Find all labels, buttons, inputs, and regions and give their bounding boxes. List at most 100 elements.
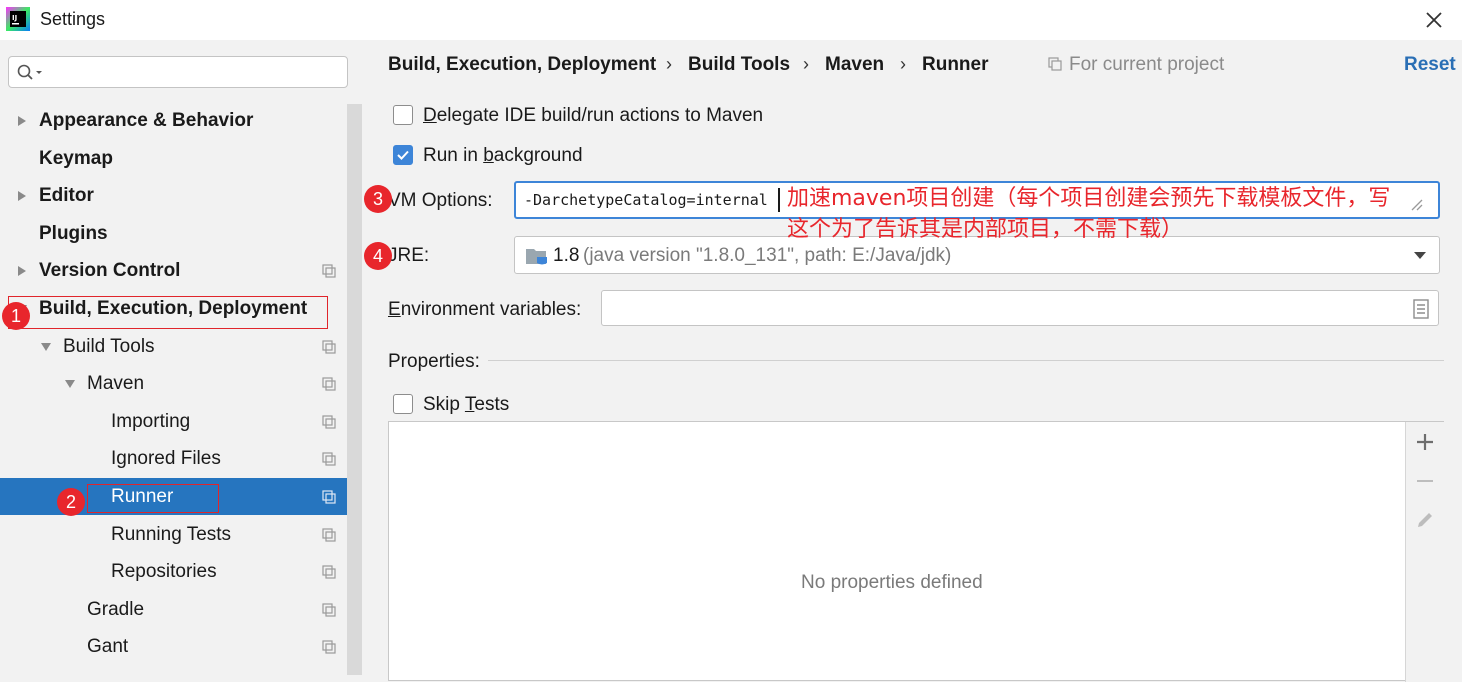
sidebar-item-editor[interactable]: Editor xyxy=(0,177,362,214)
sidebar-item-keymap[interactable]: Keymap xyxy=(0,140,362,177)
sidebar-item-label: Appearance & Behavior xyxy=(39,110,254,131)
project-scope-icon xyxy=(322,565,336,579)
annotation-badge: 2 xyxy=(57,488,85,516)
project-scope-icon xyxy=(322,452,336,466)
breadcrumb-item: Runner xyxy=(922,54,989,75)
properties-table[interactable] xyxy=(388,421,1444,681)
project-scope-icon xyxy=(322,603,336,617)
sidebar-item-importing[interactable]: Importing xyxy=(0,403,362,440)
jre-label: JRE: xyxy=(388,245,430,266)
chevron-down-icon[interactable] xyxy=(40,341,52,353)
annotation-badge: 1 xyxy=(2,302,30,330)
annotation-highlight xyxy=(8,296,328,329)
sidebar-item-appearance-behavior[interactable]: Appearance & Behavior xyxy=(0,102,362,139)
skip-tests-label[interactable]: Skip Tests xyxy=(423,394,509,416)
project-scope-icon xyxy=(322,490,336,504)
sidebar-item-repositories[interactable]: Repositories xyxy=(0,553,362,590)
delegate-label[interactable]: Delegate IDE build/run actions to Maven xyxy=(423,105,763,127)
edit-icon[interactable] xyxy=(1415,510,1435,530)
search-input[interactable] xyxy=(53,61,347,85)
jre-version: 1.8 xyxy=(553,245,580,266)
delegate-checkbox[interactable] xyxy=(393,105,413,125)
chevron-down-icon xyxy=(1414,252,1426,259)
sidebar-item-build-tools[interactable]: Build Tools xyxy=(0,328,362,365)
svg-text:IJ: IJ xyxy=(12,14,17,22)
chevron-right-icon[interactable] xyxy=(16,190,28,202)
browse-icon[interactable] xyxy=(1412,299,1430,319)
expand-icon[interactable] xyxy=(1410,198,1424,212)
sidebar-item-version-control[interactable]: Version Control xyxy=(0,252,362,289)
annotation-highlight xyxy=(87,484,219,513)
environment-variables-label: Environment variables: xyxy=(388,299,581,321)
project-scope-icon xyxy=(322,264,336,278)
sidebar-item-plugins[interactable]: Plugins xyxy=(0,215,362,252)
annotation-badge: 4 xyxy=(364,242,392,270)
sidebar-item-label: Gradle xyxy=(87,599,145,620)
vm-options-value: -DarchetypeCatalog=internal xyxy=(524,191,768,209)
sidebar-item-gradle[interactable]: Gradle xyxy=(0,591,362,628)
jre-detail: (java version "1.8.0_131", path: E:/Java… xyxy=(583,245,952,266)
window-title: Settings xyxy=(40,9,106,29)
intellij-idea-icon: IJ xyxy=(6,7,30,31)
sidebar-item-label: Running Tests xyxy=(111,524,232,545)
text-caret xyxy=(778,188,780,212)
close-icon[interactable] xyxy=(1420,6,1448,34)
run-in-label-text: Run in xyxy=(423,145,484,166)
skip-tests-checkbox[interactable] xyxy=(393,394,413,414)
project-scope-icon xyxy=(322,340,336,354)
delegate-mnemonic: D xyxy=(423,105,437,126)
project-scope-icon xyxy=(322,377,336,391)
annotation-badge: 3 xyxy=(364,185,392,213)
sidebar-item-label: Repositories xyxy=(111,561,217,582)
skip-mnemonic: T xyxy=(464,394,475,415)
sidebar-item-label: Ignored Files xyxy=(111,448,221,469)
sidebar-item-label: Build Tools xyxy=(63,336,155,357)
project-scope-icon xyxy=(322,528,336,542)
run-in-background-checkbox[interactable] xyxy=(393,145,413,165)
sidebar-item-maven[interactable]: Maven xyxy=(0,365,362,402)
sidebar-item-label: Importing xyxy=(111,411,191,432)
annotation-note: 加速maven项目创建（每个项目创建会预先下载模板文件，写 xyxy=(787,186,1391,211)
settings-content: Build, Execution, Deployment › Build Too… xyxy=(362,40,1462,682)
breadcrumb-item: Maven xyxy=(825,54,885,75)
project-scope-icon xyxy=(1048,57,1062,71)
vm-options-label: VM Options: xyxy=(388,190,493,211)
search-field[interactable] xyxy=(8,56,348,88)
properties-separator xyxy=(488,360,1444,361)
title-bar: IJ Settings xyxy=(0,0,1462,40)
sidebar-item-label: Editor xyxy=(39,185,94,206)
sidebar-item-label: Gant xyxy=(87,636,129,657)
chevron-right-icon[interactable] xyxy=(16,115,28,127)
annotation-note: 这个为了告诉其是内部项目，不需下载） xyxy=(787,217,1184,242)
run-in-label-rest: ackground xyxy=(493,145,583,166)
sidebar-item-gant[interactable]: Gant xyxy=(0,628,362,665)
sidebar-item-label: Plugins xyxy=(39,223,108,244)
chevron-down-icon[interactable] xyxy=(64,378,76,390)
scope-label: For current project xyxy=(1069,54,1225,75)
skip-label-rest: ests xyxy=(474,394,510,415)
sidebar-item-label: Version Control xyxy=(39,260,181,281)
sidebar-item-label: Keymap xyxy=(39,148,113,169)
add-icon[interactable] xyxy=(1415,432,1435,452)
checkmark-icon xyxy=(397,150,409,160)
sidebar-scrollbar[interactable] xyxy=(347,104,362,675)
delegate-label-text: elegate IDE build/run actions to Maven xyxy=(436,105,764,126)
project-scope-icon xyxy=(322,640,336,654)
chevron-right-icon[interactable] xyxy=(16,265,28,277)
run-in-background-label[interactable]: Run in background xyxy=(423,145,583,167)
sidebar-item-label: Maven xyxy=(87,373,145,394)
search-icon xyxy=(17,64,42,80)
reset-link[interactable]: Reset xyxy=(1404,54,1456,76)
sidebar-item-ignored-files[interactable]: Ignored Files xyxy=(0,440,362,477)
project-scope-icon xyxy=(322,415,336,429)
settings-sidebar: Appearance & Behavior Keymap Editor Plugins… xyxy=(0,40,362,675)
jdk-folder-icon xyxy=(526,249,547,265)
properties-toolbar xyxy=(1405,422,1444,682)
breadcrumb-item: Build, Execution, Deployment xyxy=(388,54,657,75)
empty-state-text: No properties defined xyxy=(801,572,983,593)
breadcrumb-separator: › xyxy=(803,54,809,74)
breadcrumb-separator: › xyxy=(900,54,906,74)
environment-variables-input[interactable] xyxy=(601,290,1439,326)
remove-icon[interactable] xyxy=(1415,471,1435,491)
sidebar-item-running-tests[interactable]: Running Tests xyxy=(0,516,362,553)
